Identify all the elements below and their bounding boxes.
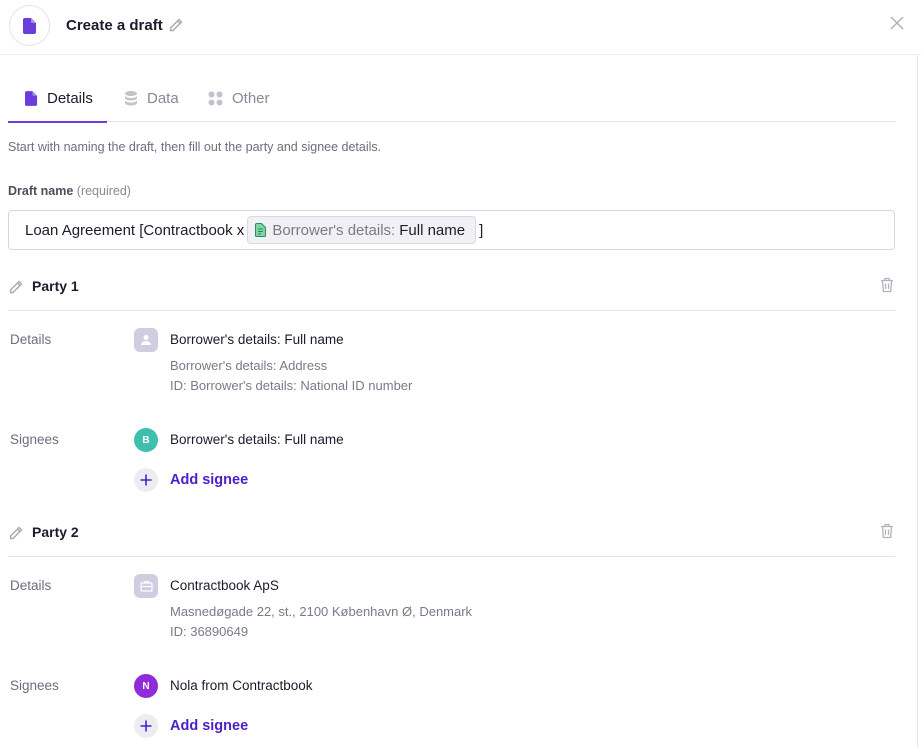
tab-label: Other	[232, 90, 270, 107]
intro-text: Start with naming the draft, then fill o…	[8, 140, 382, 154]
party-title: Party 1	[32, 278, 79, 294]
signee-avatar: N	[134, 674, 158, 698]
party-address: Masnedøgade 22, st., 2100 København Ø, D…	[170, 604, 473, 619]
party-name: Borrower's details: Full name	[170, 332, 344, 347]
tab-bar: Details Data Other	[8, 75, 895, 123]
company-icon	[134, 574, 158, 598]
document-field-icon	[255, 223, 267, 237]
tab-data[interactable]: Data	[124, 75, 179, 122]
edit-party-icon[interactable]	[8, 525, 24, 546]
draft-name-suffix: ]	[479, 221, 484, 239]
modal-header: Create a draft	[0, 0, 921, 55]
party-name: Contractbook ApS	[170, 578, 279, 593]
draft-name-prefix: Loan Agreement [Contractbook x	[25, 221, 245, 239]
signees-label: Signees	[10, 432, 59, 447]
party-id: ID: 36890649	[170, 624, 249, 639]
party-id: ID: Borrower's details: National ID numb…	[170, 378, 413, 393]
scrollbar[interactable]	[917, 55, 918, 748]
tab-details[interactable]: Details	[8, 75, 107, 123]
document-icon	[9, 5, 50, 46]
party-1-header: Party 1	[8, 275, 895, 311]
party-2-header: Party 2	[8, 521, 895, 557]
data-field-chip[interactable]: Borrower's details: Full name	[247, 216, 477, 244]
required-hint: (required)	[76, 184, 131, 198]
add-signee-link[interactable]: Add signee	[170, 718, 248, 734]
add-signee-button[interactable]	[134, 468, 158, 492]
add-signee-link[interactable]: Add signee	[170, 472, 248, 488]
trash-icon[interactable]	[880, 277, 894, 298]
signee-name: Nola from Contractbook	[170, 678, 313, 693]
person-icon	[134, 328, 158, 352]
chip-field: Full name	[399, 221, 466, 239]
tab-other[interactable]: Other	[208, 75, 270, 122]
chip-reference: Borrower's details:	[272, 221, 396, 239]
signees-label: Signees	[10, 678, 59, 693]
edit-party-icon[interactable]	[8, 279, 24, 300]
database-icon	[124, 91, 138, 106]
edit-title-icon[interactable]	[168, 17, 184, 38]
trash-icon[interactable]	[880, 523, 894, 544]
party-title: Party 2	[32, 524, 79, 540]
party-address: Borrower's details: Address	[170, 358, 328, 373]
signee-name: Borrower's details: Full name	[170, 432, 344, 447]
draft-name-label: Draft name (required)	[8, 184, 131, 198]
signee-avatar: B	[134, 428, 158, 452]
details-label: Details	[10, 332, 52, 347]
field-label: Draft name	[8, 184, 74, 198]
details-label: Details	[10, 578, 52, 593]
document-icon	[25, 91, 38, 106]
page-title: Create a draft	[66, 17, 163, 34]
tab-label: Details	[47, 90, 93, 107]
tab-label: Data	[147, 90, 179, 107]
add-signee-button[interactable]	[134, 714, 158, 738]
draft-name-input[interactable]: Loan Agreement [Contractbook x Borrower'…	[8, 210, 895, 250]
close-icon[interactable]	[890, 16, 904, 35]
grid-icon	[208, 91, 223, 106]
